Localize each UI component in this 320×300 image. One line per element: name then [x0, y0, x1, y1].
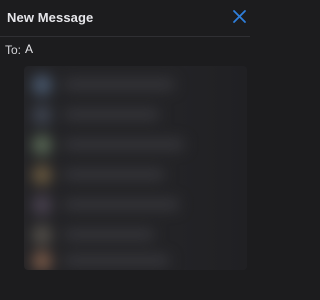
to-label: To: — [5, 43, 22, 57]
to-recipient-input[interactable] — [22, 39, 225, 59]
avatar — [32, 251, 52, 270]
contact-name-placeholder — [64, 80, 174, 89]
contact-name-placeholder — [64, 230, 154, 239]
contact-name-placeholder — [64, 140, 184, 149]
avatar — [32, 135, 52, 155]
window-title: New Message — [7, 10, 94, 25]
contact-name-placeholder — [64, 110, 159, 119]
list-edge-shade — [177, 66, 247, 270]
contact-name-placeholder — [64, 170, 164, 179]
avatar — [32, 75, 52, 95]
recipient-suggestions-list[interactable] — [24, 66, 247, 270]
avatar — [32, 105, 52, 125]
avatar — [32, 165, 52, 185]
to-field-row: To: — [0, 37, 250, 63]
avatar — [32, 225, 52, 245]
contact-name-placeholder — [64, 256, 169, 265]
avatar — [32, 195, 52, 215]
close-icon — [232, 6, 248, 26]
new-message-window: New Message To: — [0, 0, 250, 300]
window-header: New Message — [0, 0, 250, 36]
contact-name-placeholder — [64, 200, 179, 209]
close-button[interactable] — [232, 6, 248, 26]
